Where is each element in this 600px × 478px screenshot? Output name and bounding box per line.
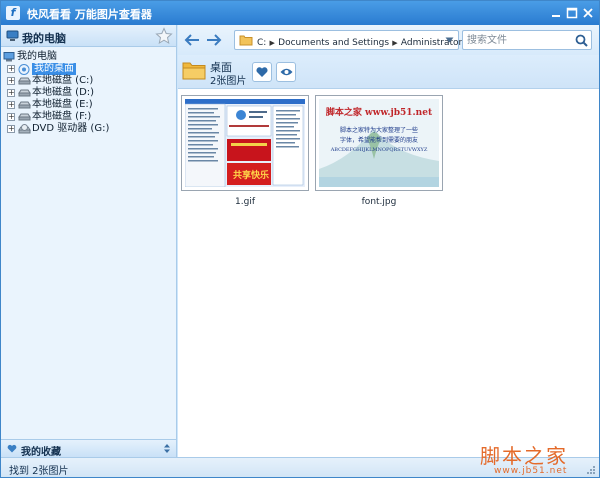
font-sample-line: 字体，希望能帮到需要的朋友 [339,137,418,144]
thumbnail-filename: 1.gif [235,197,255,207]
thumbnail-filename: font.jpg [361,197,397,207]
folder-icon [239,35,253,46]
search-icon[interactable] [575,34,588,47]
view-button[interactable] [276,62,296,82]
status-text: 找到 2张图片 [9,466,69,477]
tree-item-drive-d[interactable]: + 本地磁盘 (D:) [3,87,175,99]
left-panel-title: 我的电脑 [22,32,66,45]
image-count: 2张图片 [210,76,247,87]
tree-item-label: 我的桌面 [32,63,76,75]
watermark-text: 脚本之家 [480,444,568,468]
tree-item-label: 本地磁盘 (C:) [32,75,94,86]
favorite-star-icon[interactable] [155,27,173,45]
close-button[interactable] [581,6,595,20]
tree-item-label: 我的电脑 [17,51,57,62]
thumbnail-item[interactable]: 共享快乐 1.gif [181,95,309,207]
tree-item-drive-f[interactable]: + 本地磁盘 (F:) [3,111,175,123]
main-panel: C: ▶ Documents and Settings ▶ Administra… [178,25,599,457]
drive-icon [18,113,31,121]
tree-expander[interactable]: + [7,77,15,85]
navigation-toolbar: C: ▶ Documents and Settings ▶ Administra… [178,25,599,55]
computer-icon [6,30,19,41]
tree-item-my-desktop[interactable]: + 我的桌面 [3,63,175,75]
thumbnail-item[interactable]: 脚本之家 www.jb51.net 脚本之家特为大家整理了一些 字体，希望能帮到… [315,95,443,207]
left-panel: 我的电脑 我的电脑 + 我的桌面 + 本地磁盘 (C:) + 本地磁盘 (D:)… [1,25,177,458]
close-icon [583,8,593,18]
chevron-down-icon[interactable] [445,37,454,43]
tree-item-label: 本地磁盘 (E:) [32,99,93,110]
tree-item-label: DVD 驱动器 (G:) [32,123,110,134]
app-logo-icon: f [6,6,20,20]
tree-expander[interactable]: + [7,125,15,133]
resize-grip-icon[interactable] [587,466,596,475]
font-sample-line: 脚本之家特为大家整理了一些 [339,127,418,134]
path-separator-icon: ▶ [267,39,278,47]
minimize-button[interactable] [549,6,563,20]
maximize-button[interactable] [565,6,579,20]
tree-item-dvd-g[interactable]: + DVD 驱动器 (G:) [3,123,175,135]
tree-item-drive-c[interactable]: + 本地磁盘 (C:) [3,75,175,87]
back-button[interactable] [183,32,201,48]
thumbnail-frame[interactable]: 脚本之家 www.jb51.net 脚本之家特为大家整理了一些 字体，希望能帮到… [315,95,443,191]
expand-collapse-icon[interactable] [163,443,171,454]
font-sample-title: 脚本之家 www.jb51.net [325,108,433,118]
path-segment[interactable]: C: [257,38,266,48]
add-favorite-button[interactable] [252,62,272,82]
tree-expander[interactable]: + [7,65,15,73]
drive-icon [18,77,31,85]
search-box[interactable] [462,30,592,50]
search-input[interactable] [467,33,567,47]
tree-item-my-computer[interactable]: 我的电脑 [3,51,175,63]
tree-expander[interactable]: + [7,113,15,121]
back-arrow-icon [184,34,199,46]
computer-icon [3,52,15,62]
minimize-icon [552,15,560,17]
heart-icon [256,67,268,77]
address-path[interactable]: C: ▶ Documents and Settings ▶ Administra… [257,35,492,48]
tree-expander[interactable]: + [7,89,15,97]
folder-icon [182,62,206,80]
tree-expander[interactable]: + [7,101,15,109]
forward-button[interactable] [205,32,223,48]
maximize-icon [566,7,578,19]
drive-icon [18,89,31,97]
title-bar[interactable]: f 快风看看 万能图片查看器 [1,1,599,25]
desktop-icon [18,64,30,75]
heart-icon [7,444,17,453]
path-separator-icon: ▶ [390,39,400,47]
thumbnail-image-font-sample: 脚本之家 www.jb51.net 脚本之家特为大家整理了一些 字体，希望能帮到… [319,99,439,187]
thumbnail-frame[interactable]: 共享快乐 [181,95,309,191]
favorites-bar[interactable]: 我的收藏 [1,439,176,458]
watermark-logo: 脚本之家 www.jb51.net [480,440,568,476]
font-sample-alphabet: ABCDEFGHIJKLMNOPQRSTUVWXYZ [330,147,428,153]
thumbnail-image-screenshot: 共享快乐 [185,99,305,187]
drive-icon [18,101,31,109]
thumbnail-grid: 共享快乐 1.gif 脚本之家 www.jb51.net 脚本之家特为大家整理了… [178,90,599,457]
left-panel-header: 我的电脑 [1,25,176,47]
folder-tree: 我的电脑 + 我的桌面 + 本地磁盘 (C:) + 本地磁盘 (D:) + 本地… [3,51,175,135]
tree-item-drive-e[interactable]: + 本地磁盘 (E:) [3,99,175,111]
folder-info-bar: 桌面 2张图片 [178,55,599,89]
favorites-label: 我的收藏 [21,447,61,458]
window-title: 快风看看 万能图片查看器 [27,8,152,21]
app-window: f 快风看看 万能图片查看器 我的电脑 我的电脑 + 我的桌面 + 本地磁盘 (… [0,0,600,478]
tree-item-label: 本地磁盘 (D:) [32,87,95,98]
path-segment[interactable]: Documents and Settings [278,38,389,48]
forward-arrow-icon [207,34,222,46]
watermark-url: www.jb51.net [494,466,568,476]
tree-item-label: 本地磁盘 (F:) [32,111,92,122]
eye-icon [280,68,293,76]
dvd-icon [18,124,31,134]
address-bar[interactable]: C: ▶ Documents and Settings ▶ Administra… [234,30,492,50]
svg-text:共享快乐: 共享快乐 [233,169,269,181]
